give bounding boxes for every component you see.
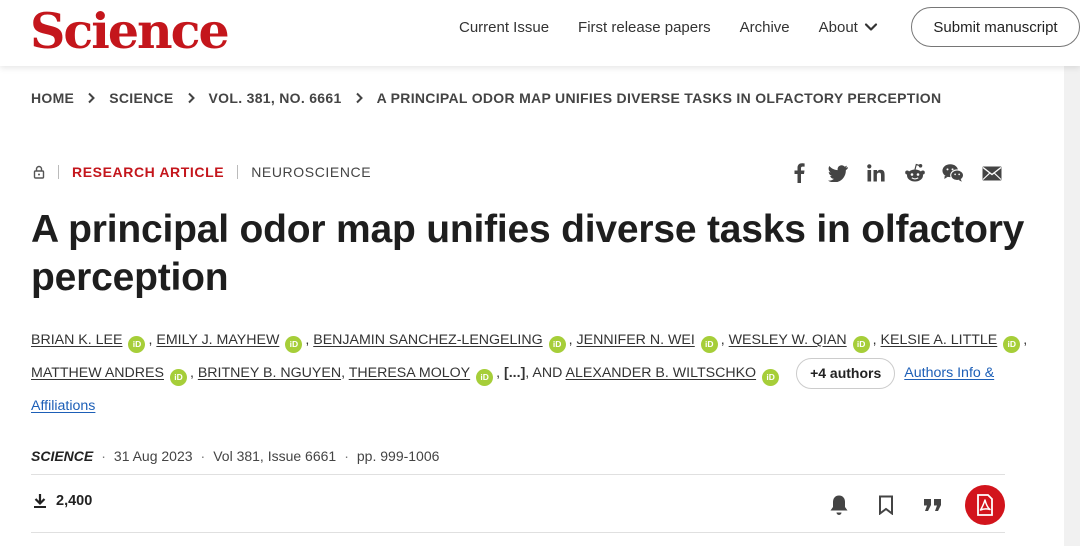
linkedin-icon[interactable] (865, 162, 887, 184)
share-bar (788, 162, 1019, 184)
nav-archive[interactable]: Archive (740, 19, 790, 36)
orcid-icon[interactable]: iD (762, 369, 780, 386)
author-link[interactable]: EMILY J. MAYHEW (156, 332, 279, 348)
orcid-icon[interactable]: iD (700, 336, 718, 353)
author-link[interactable]: BENJAMIN SANCHEZ-LENGELING (313, 332, 542, 348)
author-ellipsis[interactable]: [...] (504, 365, 525, 381)
journal-name[interactable]: SCIENCE (31, 448, 93, 464)
author-link[interactable]: ALEXANDER B. WILTSCHKO (566, 365, 757, 381)
pdf-button[interactable] (965, 485, 1005, 525)
nav-current-issue[interactable]: Current Issue (459, 19, 549, 36)
breadcrumb-current: A PRINCIPAL ODOR MAP UNIFIES DIVERSE TAS… (376, 90, 942, 106)
download-count-value: 2,400 (56, 493, 93, 509)
author-link[interactable]: THERESA MOLOY (349, 365, 470, 381)
wechat-icon[interactable] (942, 162, 964, 184)
submit-manuscript-button[interactable]: Submit manuscript (911, 7, 1080, 47)
main-nav: Current Issue First release papers Archi… (459, 0, 907, 54)
bookmark-icon[interactable] (873, 492, 899, 518)
publish-date: 31 Aug 2023 (113, 448, 193, 464)
author-link[interactable]: BRITNEY B. NGUYEN (198, 365, 341, 381)
lock-icon (33, 165, 45, 179)
bell-icon[interactable] (826, 492, 852, 518)
article-meta: RESEARCH ARTICLE NEUROSCIENCE (33, 164, 371, 180)
nav-about-label: About (818, 18, 858, 36)
article-type[interactable]: RESEARCH ARTICLE (72, 164, 224, 180)
divider (31, 474, 1005, 475)
pdf-icon (977, 494, 993, 516)
orcid-icon[interactable]: iD (128, 336, 146, 353)
author-link[interactable]: KELSIE A. LITTLE (881, 332, 998, 348)
article-subject[interactable]: NEUROSCIENCE (251, 164, 371, 180)
chevron-right-icon (87, 92, 96, 104)
author-link[interactable]: WESLEY W. QIAN (729, 332, 847, 348)
twitter-icon[interactable] (827, 162, 849, 184)
article-title: A principal odor map unifies diverse tas… (31, 208, 1025, 299)
page-range: pp. 999-1006 (356, 448, 440, 464)
divider (237, 165, 239, 179)
nav-about[interactable]: About (819, 19, 878, 36)
article-panel: HOME SCIENCE VOL. 381, NO. 6661 A PRINCI… (0, 66, 1064, 546)
chevron-right-icon (355, 92, 364, 104)
download-icon (34, 494, 46, 508)
download-count: 2,400 (33, 493, 92, 509)
author-link[interactable]: JENNIFER N. WEI (577, 332, 695, 348)
orcid-icon[interactable]: iD (169, 369, 187, 386)
divider (31, 532, 1005, 533)
site-header: Science Current Issue First release pape… (0, 0, 1080, 66)
breadcrumb-science[interactable]: SCIENCE (109, 90, 173, 106)
science-logo[interactable]: Science (30, 2, 230, 60)
breadcrumb-home[interactable]: HOME (31, 90, 74, 106)
chevron-right-icon (187, 92, 196, 104)
author-link[interactable]: BRIAN K. LEE (31, 332, 122, 348)
more-authors-button[interactable]: +4 authors (796, 357, 896, 389)
breadcrumb-volume[interactable]: VOL. 381, NO. 6661 (209, 90, 342, 106)
publication-info: SCIENCE · 31 Aug 2023 · Vol 381, Issue 6661 ·… (31, 448, 440, 464)
orcid-icon[interactable]: iD (852, 336, 870, 353)
volume-issue[interactable]: Vol 381, Issue 6661 (213, 448, 336, 464)
orcid-icon[interactable]: iD (285, 336, 303, 353)
orcid-icon[interactable]: iD (1003, 336, 1021, 353)
breadcrumb: HOME SCIENCE VOL. 381, NO. 6661 A PRINCI… (31, 90, 941, 106)
article-tools (826, 485, 1005, 525)
quote-icon[interactable] (920, 492, 946, 518)
author-link[interactable]: MATTHEW ANDRES (31, 365, 164, 381)
reddit-icon[interactable] (904, 162, 926, 184)
email-icon[interactable] (981, 162, 1003, 184)
orcid-icon[interactable]: iD (548, 336, 566, 353)
and-label: AND (532, 365, 563, 381)
facebook-icon[interactable] (788, 162, 810, 184)
author-list: BRIAN K. LEE iD, EMILY J. MAYHEW iD, BENJA… (31, 332, 1028, 414)
orcid-icon[interactable]: iD (476, 369, 494, 386)
divider (58, 165, 59, 179)
nav-first-release[interactable]: First release papers (578, 19, 711, 36)
chevron-down-icon (864, 23, 877, 31)
